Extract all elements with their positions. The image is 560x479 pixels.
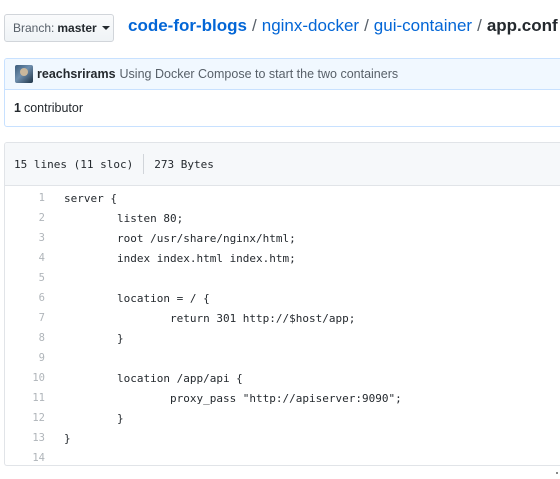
line-content: return 301 http://$host/app; [64,311,356,325]
line-number[interactable]: 2 [5,212,64,224]
code-line: 3 root /usr/share/nginx/html; [5,228,560,248]
commit-tease: reachsrirams Using Docker Compose to sta… [4,58,560,127]
line-number[interactable]: 11 [5,392,64,404]
line-content: proxy_pass "http://apiserver:9090"; [64,391,402,405]
avatar[interactable] [15,65,33,83]
line-number[interactable]: 9 [5,352,64,364]
commit-message-link[interactable]: Using Docker Compose to start the two co… [120,67,399,81]
code-line: 7 return 301 http://$host/app; [5,308,560,328]
breadcrumb-current-file: app.conf [486,16,558,35]
code-line: 9 [5,348,560,368]
code-line: 6 location = / { [5,288,560,308]
line-content: location /app/api { [64,371,243,385]
line-content: server { [64,191,117,205]
breadcrumb: code-for-blogs / nginx-docker / gui-containe… [128,16,558,36]
line-content: listen 80; [64,211,184,225]
code-line: 11 proxy_pass "http://apiserver:9090"; [5,388,560,408]
line-number[interactable]: 14 [5,452,64,464]
code-line: 8 } [5,328,560,348]
line-content: } [64,431,71,445]
breadcrumb-dir-gui-container[interactable]: gui-container [374,16,472,35]
latest-commit: reachsrirams Using Docker Compose to sta… [5,59,560,90]
caret-down-icon [101,26,110,30]
file-size: 273 Bytes [154,157,214,171]
file-lines-info: 15 lines (11 sloc) [14,157,134,171]
file-viewer: 15 lines (11 sloc) 273 Bytes 1 server {2 … [4,142,560,466]
breadcrumb-separator: / [477,16,482,35]
line-number[interactable]: 5 [5,272,64,284]
breadcrumb-repo-link[interactable]: code-for-blogs [128,16,247,35]
line-number[interactable]: 13 [5,432,64,444]
line-number[interactable]: 12 [5,412,64,424]
breadcrumb-dir-nginx-docker[interactable]: nginx-docker [262,16,359,35]
breadcrumb-separator: / [364,16,369,35]
contributors-count: 1 [14,101,21,115]
code-line: 10 location /app/api { [5,368,560,388]
code-line: 12 } [5,408,560,428]
file-navigation: Branch: master code-for-blogs / nginx-dock… [0,0,560,56]
code-blob: 1 server {2 listen 80; 3 root /usr/share/n… [5,186,560,465]
file-header: 15 lines (11 sloc) 273 Bytes [5,143,560,186]
line-content: } [64,331,124,345]
line-number[interactable]: 7 [5,312,64,324]
code-line: 13} [5,428,560,448]
code-line: 5 [5,268,560,288]
line-number[interactable]: 3 [5,232,64,244]
line-number[interactable]: 8 [5,332,64,344]
line-content: } [64,411,124,425]
code-line: 1 server { [5,188,560,208]
branch-label: Branch: [13,21,55,35]
breadcrumb-separator: / [252,16,257,35]
page-speck [556,472,558,474]
line-number[interactable]: 4 [5,252,64,264]
line-content: root /usr/share/nginx/html; [64,231,296,245]
code-line: 14 [5,448,560,465]
branch-name: master [57,21,97,35]
branch-select-button[interactable]: Branch: master [4,14,114,42]
contributors-label: contributor [23,101,84,115]
line-content: index index.html index.htm; [64,251,296,265]
line-number[interactable]: 10 [5,372,64,384]
code-line: 2 listen 80; [5,208,560,228]
line-number[interactable]: 1 [5,192,64,204]
line-number[interactable]: 6 [5,292,64,304]
code-line: 4 index index.html index.htm; [5,248,560,268]
commit-author-link[interactable]: reachsrirams [37,67,116,81]
line-content: location = / { [64,291,210,305]
header-divider [143,154,145,174]
contributors-summary[interactable]: 1 contributor [5,90,560,126]
